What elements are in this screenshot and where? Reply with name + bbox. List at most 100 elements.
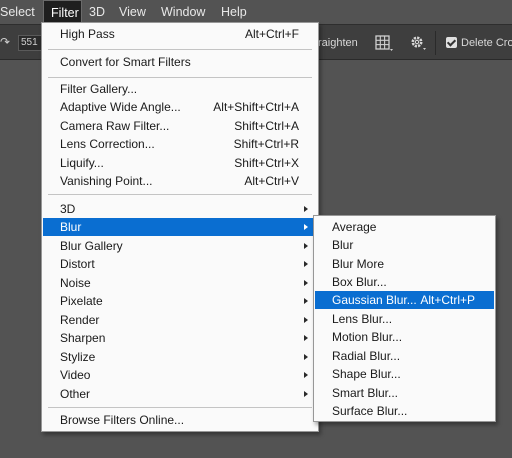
menu-item-label: Lens Blur... xyxy=(332,312,393,326)
menu-separator xyxy=(48,194,312,195)
menu-item-label: Other xyxy=(60,387,91,401)
menu-item-adaptive-wide-angle[interactable]: Adaptive Wide Angle... Alt+Shift+Ctrl+A xyxy=(43,98,317,116)
menu-item-label: Blur Gallery xyxy=(60,239,123,253)
menu-help[interactable]: Help xyxy=(214,0,254,24)
submenu-item-gaussian-blur[interactable]: Gaussian Blur... Alt+Ctrl+P xyxy=(315,291,494,309)
submenu-arrow-icon xyxy=(304,206,308,212)
menu-item-high-pass[interactable]: High Pass Alt+Ctrl+F xyxy=(43,25,317,43)
menu-filter[interactable]: Filter xyxy=(43,0,82,24)
submenu-item-box-blur[interactable]: Box Blur... xyxy=(315,273,494,291)
submenu-item-average[interactable]: Average xyxy=(315,218,494,236)
submenu-item-radial-blur[interactable]: Radial Blur... xyxy=(315,347,494,365)
menu-item-label: Convert for Smart Filters xyxy=(60,55,191,69)
submenu-item-blur[interactable]: Blur xyxy=(315,236,494,254)
menu-item-label: Browse Filters Online... xyxy=(60,413,185,427)
submenu-arrow-icon xyxy=(304,280,308,286)
menu-item-label: Camera Raw Filter... xyxy=(60,119,170,133)
menu-item-sharpen[interactable]: Sharpen xyxy=(43,329,317,347)
menu-item-convert-smart-filters[interactable]: Convert for Smart Filters xyxy=(43,53,317,71)
submenu-arrow-icon xyxy=(304,335,308,341)
filter-menu: High Pass Alt+Ctrl+F Convert for Smart F… xyxy=(41,22,319,432)
submenu-item-smart-blur[interactable]: Smart Blur... xyxy=(315,384,494,402)
menu-item-label: Distort xyxy=(60,257,95,271)
menu-separator xyxy=(48,77,312,78)
blur-submenu: Average Blur Blur More Box Blur... Gauss… xyxy=(313,215,496,422)
menu-item-shortcut: Alt+Shift+Ctrl+A xyxy=(213,100,299,114)
menu-item-label: Stylize xyxy=(60,350,96,364)
menu-item-label: Lens Correction... xyxy=(60,137,155,151)
swap-icon[interactable]: ↷ xyxy=(0,34,12,50)
menu-item-label: High Pass xyxy=(60,27,115,41)
submenu-arrow-icon xyxy=(304,243,308,249)
menu-item-filter-gallery[interactable]: Filter Gallery... xyxy=(43,80,317,98)
menu-select[interactable]: Select xyxy=(0,0,43,24)
menu-bar: Select Filter 3D View Window Help xyxy=(0,0,512,24)
submenu-item-surface-blur[interactable]: Surface Blur... xyxy=(315,402,494,420)
submenu-item-lens-blur[interactable]: Lens Blur... xyxy=(315,310,494,328)
menu-item-stylize[interactable]: Stylize xyxy=(43,348,317,366)
dimension-field[interactable]: 551 p xyxy=(18,35,42,51)
menu-item-label: Filter Gallery... xyxy=(60,82,138,96)
menu-separator xyxy=(48,407,312,408)
menu-item-label: Blur xyxy=(60,220,82,234)
menu-item-label: Box Blur... xyxy=(332,275,387,289)
menu-item-shortcut: Alt+Ctrl+P xyxy=(420,293,475,307)
overlay-grid-icon[interactable] xyxy=(374,34,394,52)
submenu-arrow-icon xyxy=(304,317,308,323)
menu-item-shortcut: Alt+Ctrl+F xyxy=(244,27,299,41)
menu-item-3d[interactable]: 3D xyxy=(43,200,317,218)
menu-item-blur[interactable]: Blur xyxy=(43,218,317,236)
menu-item-distort[interactable]: Distort xyxy=(43,255,317,273)
menu-item-shortcut: Alt+Ctrl+V xyxy=(244,174,299,188)
menu-item-label: 3D xyxy=(60,202,76,216)
menu-item-video[interactable]: Video xyxy=(43,366,317,384)
menu-item-label: Blur More xyxy=(332,257,385,271)
menu-view[interactable]: View xyxy=(112,0,154,24)
menu-item-liquify[interactable]: Liquify... Shift+Ctrl+X xyxy=(43,154,317,172)
submenu-arrow-icon xyxy=(304,391,308,397)
menu-item-label: Video xyxy=(60,368,91,382)
submenu-item-blur-more[interactable]: Blur More xyxy=(315,255,494,273)
menu-item-label: Adaptive Wide Angle... xyxy=(60,100,181,114)
menu-item-noise[interactable]: Noise xyxy=(43,274,317,292)
menu-item-label: Smart Blur... xyxy=(332,386,399,400)
menu-item-other[interactable]: Other xyxy=(43,385,317,403)
delete-crop-label: Delete Crop xyxy=(461,37,512,49)
submenu-item-motion-blur[interactable]: Motion Blur... xyxy=(315,328,494,346)
menu-item-shortcut: Shift+Ctrl+R xyxy=(233,137,299,151)
straighten-button[interactable]: raighten xyxy=(318,35,358,51)
menu-item-lens-correction[interactable]: Lens Correction... Shift+Ctrl+R xyxy=(43,135,317,153)
menu-item-label: Sharpen xyxy=(60,331,106,345)
menu-item-blur-gallery[interactable]: Blur Gallery xyxy=(43,237,317,255)
menu-item-label: Liquify... xyxy=(60,156,104,170)
menu-item-label: Motion Blur... xyxy=(332,330,403,344)
menu-item-label: Blur xyxy=(332,238,354,252)
menu-item-label: Pixelate xyxy=(60,294,103,308)
submenu-arrow-icon xyxy=(304,354,308,360)
menu-item-shortcut: Shift+Ctrl+A xyxy=(234,119,299,133)
menu-item-label: Average xyxy=(332,220,377,234)
menu-item-vanishing-point[interactable]: Vanishing Point... Alt+Ctrl+V xyxy=(43,172,317,190)
menu-separator xyxy=(48,49,312,50)
delete-crop-checkbox[interactable] xyxy=(446,37,457,48)
menu-3d[interactable]: 3D xyxy=(82,0,112,24)
menu-item-label: Gaussian Blur... xyxy=(332,293,417,307)
menu-item-label: Noise xyxy=(60,276,91,290)
submenu-arrow-icon xyxy=(304,298,308,304)
submenu-arrow-icon xyxy=(304,224,308,230)
menu-item-label: Vanishing Point... xyxy=(60,174,153,188)
menu-item-browse-filters-online[interactable]: Browse Filters Online... xyxy=(43,411,317,429)
options-divider xyxy=(435,31,436,55)
menu-item-camera-raw-filter[interactable]: Camera Raw Filter... Shift+Ctrl+A xyxy=(43,117,317,135)
menu-window[interactable]: Window xyxy=(154,0,214,24)
menu-item-render[interactable]: Render xyxy=(43,311,317,329)
submenu-arrow-icon xyxy=(304,261,308,267)
menu-item-label: Surface Blur... xyxy=(332,404,408,418)
gear-icon[interactable] xyxy=(408,33,428,53)
menu-item-label: Shape Blur... xyxy=(332,367,401,381)
menu-item-shortcut: Shift+Ctrl+X xyxy=(234,156,299,170)
menu-item-pixelate[interactable]: Pixelate xyxy=(43,292,317,310)
submenu-arrow-icon xyxy=(304,372,308,378)
menu-item-label: Render xyxy=(60,313,100,327)
submenu-item-shape-blur[interactable]: Shape Blur... xyxy=(315,365,494,383)
